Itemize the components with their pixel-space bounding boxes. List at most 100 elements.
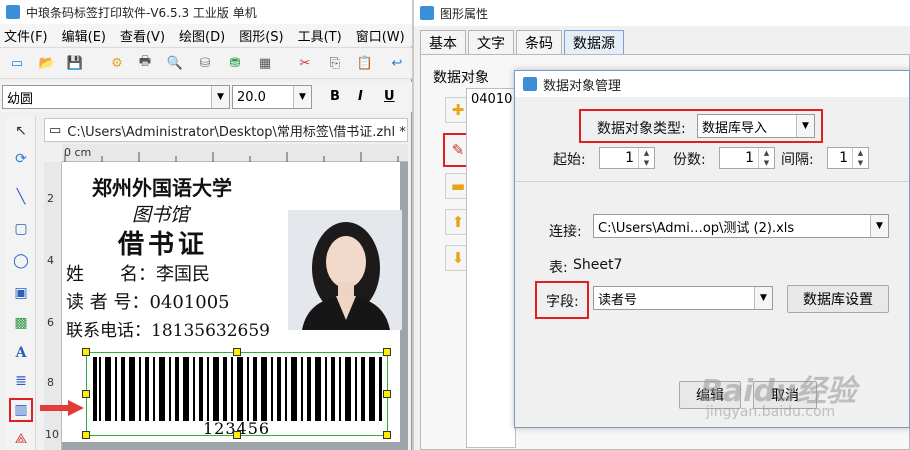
label-school-name[interactable]: 郑州外国语大学: [92, 172, 232, 201]
tab-datasource[interactable]: 数据源: [564, 30, 624, 54]
label-phone-row[interactable]: 联系电话：18135632659: [66, 316, 270, 341]
resize-handle[interactable]: [82, 348, 90, 356]
menu-file[interactable]: 文件(F): [4, 26, 48, 45]
resize-handle[interactable]: [233, 348, 241, 356]
qrcode-tool-icon[interactable]: ⟁: [10, 428, 32, 450]
grid-icon[interactable]: ▦: [256, 54, 274, 72]
interval-spinner[interactable]: 1 ▲ ▼: [827, 147, 869, 169]
tab-basic[interactable]: 基本: [420, 30, 466, 54]
chevron-down-icon[interactable]: ▼: [796, 115, 814, 137]
font-name-value: 幼圆: [7, 91, 34, 107]
type-select[interactable]: 数据库导入 ▼: [697, 114, 815, 138]
menu-bar: 文件(F) 编辑(E) 查看(V) 绘图(D) 图形(S) 工具(T) 窗口(W…: [0, 24, 412, 46]
label-card-title[interactable]: 借书证: [118, 224, 208, 261]
menu-draw[interactable]: 绘图(D): [179, 26, 225, 45]
text-tool-icon[interactable]: A: [10, 342, 32, 364]
bold-button[interactable]: B: [330, 89, 340, 104]
data-object-list[interactable]: 04010: [466, 88, 516, 448]
font-size-select[interactable]: 20.0 ▼: [232, 85, 312, 109]
document-tab[interactable]: ▭ C:\Users\Administrator\Desktop\常用标签\借书…: [44, 118, 408, 142]
vruler-label: 10: [45, 428, 59, 441]
print-preview-icon[interactable]: 🔍: [166, 54, 184, 72]
barcode-tool-icon[interactable]: ▥: [9, 398, 33, 422]
document-icon: ▭: [49, 122, 62, 138]
props-title: 图形属性: [440, 6, 489, 21]
app-logo-icon: [6, 5, 20, 19]
copy-icon[interactable]: ⎘: [326, 54, 344, 72]
database-icon[interactable]: ⛁: [196, 54, 214, 72]
start-spinner[interactable]: 1 ▲ ▼: [599, 147, 655, 169]
resize-handle[interactable]: [82, 390, 90, 398]
open-folder-icon[interactable]: 📂: [38, 54, 56, 72]
underline-button[interactable]: U: [384, 89, 395, 104]
image-tool-icon[interactable]: ▣: [10, 282, 32, 304]
props-window-icon: [420, 6, 434, 20]
font-size-value: 20.0: [237, 89, 266, 105]
database-config-icon[interactable]: ⛃: [226, 54, 244, 72]
label-reader-row[interactable]: 读 者 号：0401005: [66, 288, 230, 314]
database-settings-button[interactable]: 数据库设置: [787, 285, 889, 313]
spinner-arrows-icon[interactable]: ▲ ▼: [638, 148, 654, 168]
richtext-tool-icon[interactable]: ≣: [10, 370, 32, 392]
rectangle-tool-icon[interactable]: ▢: [10, 218, 32, 240]
chevron-down-icon[interactable]: ▼: [211, 86, 229, 108]
type-value: 数据库导入: [702, 120, 768, 136]
interval-label: 间隔:: [781, 152, 814, 168]
menu-edit[interactable]: 编辑(E): [62, 26, 106, 45]
watermark-url: jingyan.baidu.com: [706, 404, 836, 420]
paste-icon[interactable]: 📋: [356, 54, 374, 72]
vruler-label: 6: [47, 316, 54, 329]
menu-shape[interactable]: 图形(S): [239, 26, 283, 45]
chevron-down-icon[interactable]: ▼: [754, 287, 772, 309]
table-label: 表:: [549, 260, 568, 276]
save-icon[interactable]: 💾: [66, 54, 84, 72]
start-value: 1: [625, 150, 634, 166]
print-icon[interactable]: 🖶: [136, 54, 154, 72]
tab-barcode[interactable]: 条码: [516, 30, 562, 54]
resize-handle[interactable]: [233, 431, 241, 439]
type-label: 数据对象类型:: [597, 121, 686, 137]
resize-handle[interactable]: [383, 431, 391, 439]
dialog-title: 数据对象管理: [543, 78, 622, 94]
pointer-icon[interactable]: ↖: [10, 120, 32, 142]
cut-icon[interactable]: ✂: [296, 54, 314, 72]
spinner-arrows-icon[interactable]: ▲ ▼: [758, 148, 774, 168]
ellipse-tool-icon[interactable]: ◯: [10, 250, 32, 272]
italic-button[interactable]: I: [358, 89, 363, 104]
chevron-down-icon[interactable]: ▼: [293, 86, 311, 108]
resize-handle[interactable]: [383, 390, 391, 398]
settings-icon[interactable]: ⚙: [108, 54, 126, 72]
undo-icon[interactable]: ↩: [388, 54, 406, 72]
copies-spinner[interactable]: 1 ▲ ▼: [719, 147, 775, 169]
portrait-image: [288, 210, 402, 330]
tab-text[interactable]: 文字: [468, 30, 514, 54]
resize-handle[interactable]: [82, 431, 90, 439]
vruler-label: 4: [47, 254, 54, 267]
props-tabs: 基本 文字 条码 数据源: [420, 30, 626, 54]
menu-view[interactable]: 查看(V): [120, 26, 165, 45]
menu-window[interactable]: 窗口(W): [356, 26, 405, 45]
dialog-titlebar: 数据对象管理: [515, 71, 909, 97]
interval-value: 1: [839, 150, 848, 166]
label-library[interactable]: 图书馆: [132, 200, 189, 227]
connection-label: 连接:: [549, 224, 582, 240]
list-item[interactable]: 04010: [471, 92, 512, 107]
font-name-select[interactable]: 幼圆 ▼: [2, 85, 230, 109]
menu-tools[interactable]: 工具(T): [298, 26, 342, 45]
portrait-photo[interactable]: [288, 210, 402, 330]
copies-value: 1: [745, 150, 754, 166]
field-select[interactable]: 读者号 ▼: [593, 286, 773, 310]
label-name-row[interactable]: 姓 名：李国民: [66, 260, 210, 286]
barcode-object[interactable]: 123456: [82, 348, 391, 439]
rotate-icon[interactable]: ⟳: [10, 148, 32, 170]
new-file-icon[interactable]: ▭: [8, 54, 26, 72]
red-arrow-annotation: [40, 400, 84, 416]
resize-handle[interactable]: [383, 348, 391, 356]
chevron-down-icon[interactable]: ▼: [870, 215, 888, 237]
line-tool-icon[interactable]: ╲: [10, 186, 32, 208]
picture-tool-icon[interactable]: ▩: [10, 312, 32, 334]
field-label: 字段:: [546, 294, 579, 310]
connection-select[interactable]: C:\Users\Admi…op\测试 (2).xls ▼: [593, 214, 889, 238]
divider: [515, 181, 909, 182]
spinner-arrows-icon[interactable]: ▲ ▼: [852, 148, 868, 168]
